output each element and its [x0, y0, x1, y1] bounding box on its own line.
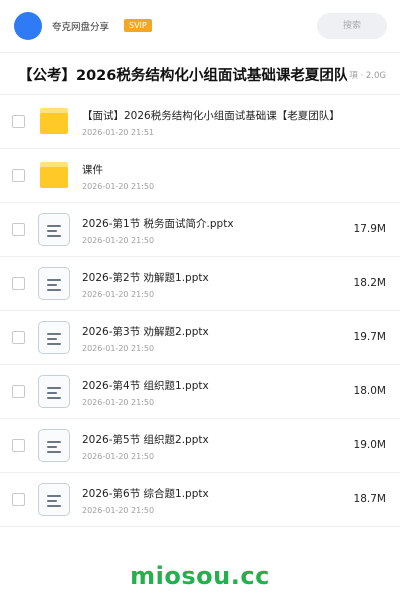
- file-name[interactable]: 2026-第2节 劝解题1.pptx: [82, 270, 209, 285]
- select-checkbox[interactable]: [12, 439, 25, 452]
- top-bar: 夸克网盘分享 SVIP 搜索: [0, 0, 400, 52]
- file-list: 【面试】2026税务结构化小组面试基础课【老夏团队】 2026-01-20 21:…: [0, 95, 400, 527]
- file-name[interactable]: 课件: [82, 162, 103, 177]
- file-date: 2026-01-20 21:50: [82, 452, 155, 461]
- select-checkbox[interactable]: [12, 331, 25, 344]
- file-date: 2026-01-20 21:50: [82, 182, 155, 191]
- select-checkbox[interactable]: [12, 223, 25, 236]
- file-row[interactable]: 2026-第6节 综合题1.pptx 2026-01-20 21:50 18.7M: [0, 473, 400, 527]
- file-name[interactable]: 【面试】2026税务结构化小组面试基础课【老夏团队】: [82, 108, 340, 123]
- document-icon: [38, 429, 70, 462]
- folder-title-bar: 【公考】2026税务结构化小组面试基础课老夏团队 項 · 2.0G: [0, 58, 400, 92]
- file-name[interactable]: 2026-第4节 组织题1.pptx: [82, 378, 209, 393]
- file-row[interactable]: 【面试】2026税务结构化小组面试基础课【老夏团队】 2026-01-20 21:…: [0, 95, 400, 149]
- file-date: 2026-01-20 21:50: [82, 344, 155, 353]
- document-icon: [38, 321, 70, 354]
- select-checkbox[interactable]: [12, 493, 25, 506]
- watermark: miosou.cc: [130, 562, 270, 590]
- avatar[interactable]: [14, 12, 42, 40]
- folder-meta: 項 · 2.0G: [347, 69, 386, 81]
- select-checkbox[interactable]: [12, 169, 25, 182]
- file-size: 19.7M: [353, 331, 386, 343]
- file-row[interactable]: 课件 2026-01-20 21:50: [0, 149, 400, 203]
- document-icon: [38, 213, 70, 246]
- document-icon: [38, 375, 70, 408]
- file-size: 19.0M: [353, 439, 386, 451]
- file-size: 18.7M: [353, 493, 386, 505]
- file-date: 2026-01-20 21:50: [82, 398, 155, 407]
- svip-badge: SVIP: [124, 19, 152, 32]
- file-row[interactable]: 2026-第5节 组织题2.pptx 2026-01-20 21:50 19.0M: [0, 419, 400, 473]
- page-title: 【公考】2026税务结构化小组面试基础课老夏团队: [18, 68, 349, 84]
- file-name[interactable]: 2026-第6节 综合题1.pptx: [82, 486, 209, 501]
- file-size: 18.2M: [353, 277, 386, 289]
- document-icon: [38, 483, 70, 516]
- file-date: 2026-01-20 21:50: [82, 290, 155, 299]
- file-row[interactable]: 2026-第3节 劝解题2.pptx 2026-01-20 21:50 19.7M: [0, 311, 400, 365]
- folder-icon: [40, 108, 68, 134]
- file-row[interactable]: 2026-第1节 税务面试简介.pptx 2026-01-20 21:50 17.9…: [0, 203, 400, 257]
- file-size: 18.0M: [353, 385, 386, 397]
- file-name[interactable]: 2026-第1节 税务面试简介.pptx: [82, 216, 234, 231]
- file-row[interactable]: 2026-第2节 劝解题1.pptx 2026-01-20 21:50 18.2M: [0, 257, 400, 311]
- file-date: 2026-01-20 21:50: [82, 506, 155, 515]
- select-checkbox[interactable]: [12, 277, 25, 290]
- file-size: 17.9M: [353, 223, 386, 235]
- file-date: 2026-01-20 21:50: [82, 236, 155, 245]
- user-name[interactable]: 夸克网盘分享: [52, 19, 109, 33]
- search-button[interactable]: 搜索: [317, 13, 387, 39]
- file-name[interactable]: 2026-第3节 劝解题2.pptx: [82, 324, 209, 339]
- select-checkbox[interactable]: [12, 385, 25, 398]
- select-checkbox[interactable]: [12, 115, 25, 128]
- file-date: 2026-01-20 21:51: [82, 128, 155, 137]
- folder-icon: [40, 162, 68, 188]
- document-icon: [38, 267, 70, 300]
- file-row[interactable]: 2026-第4节 组织题1.pptx 2026-01-20 21:50 18.0M: [0, 365, 400, 419]
- file-name[interactable]: 2026-第5节 组织题2.pptx: [82, 432, 209, 447]
- header-divider: [0, 52, 400, 53]
